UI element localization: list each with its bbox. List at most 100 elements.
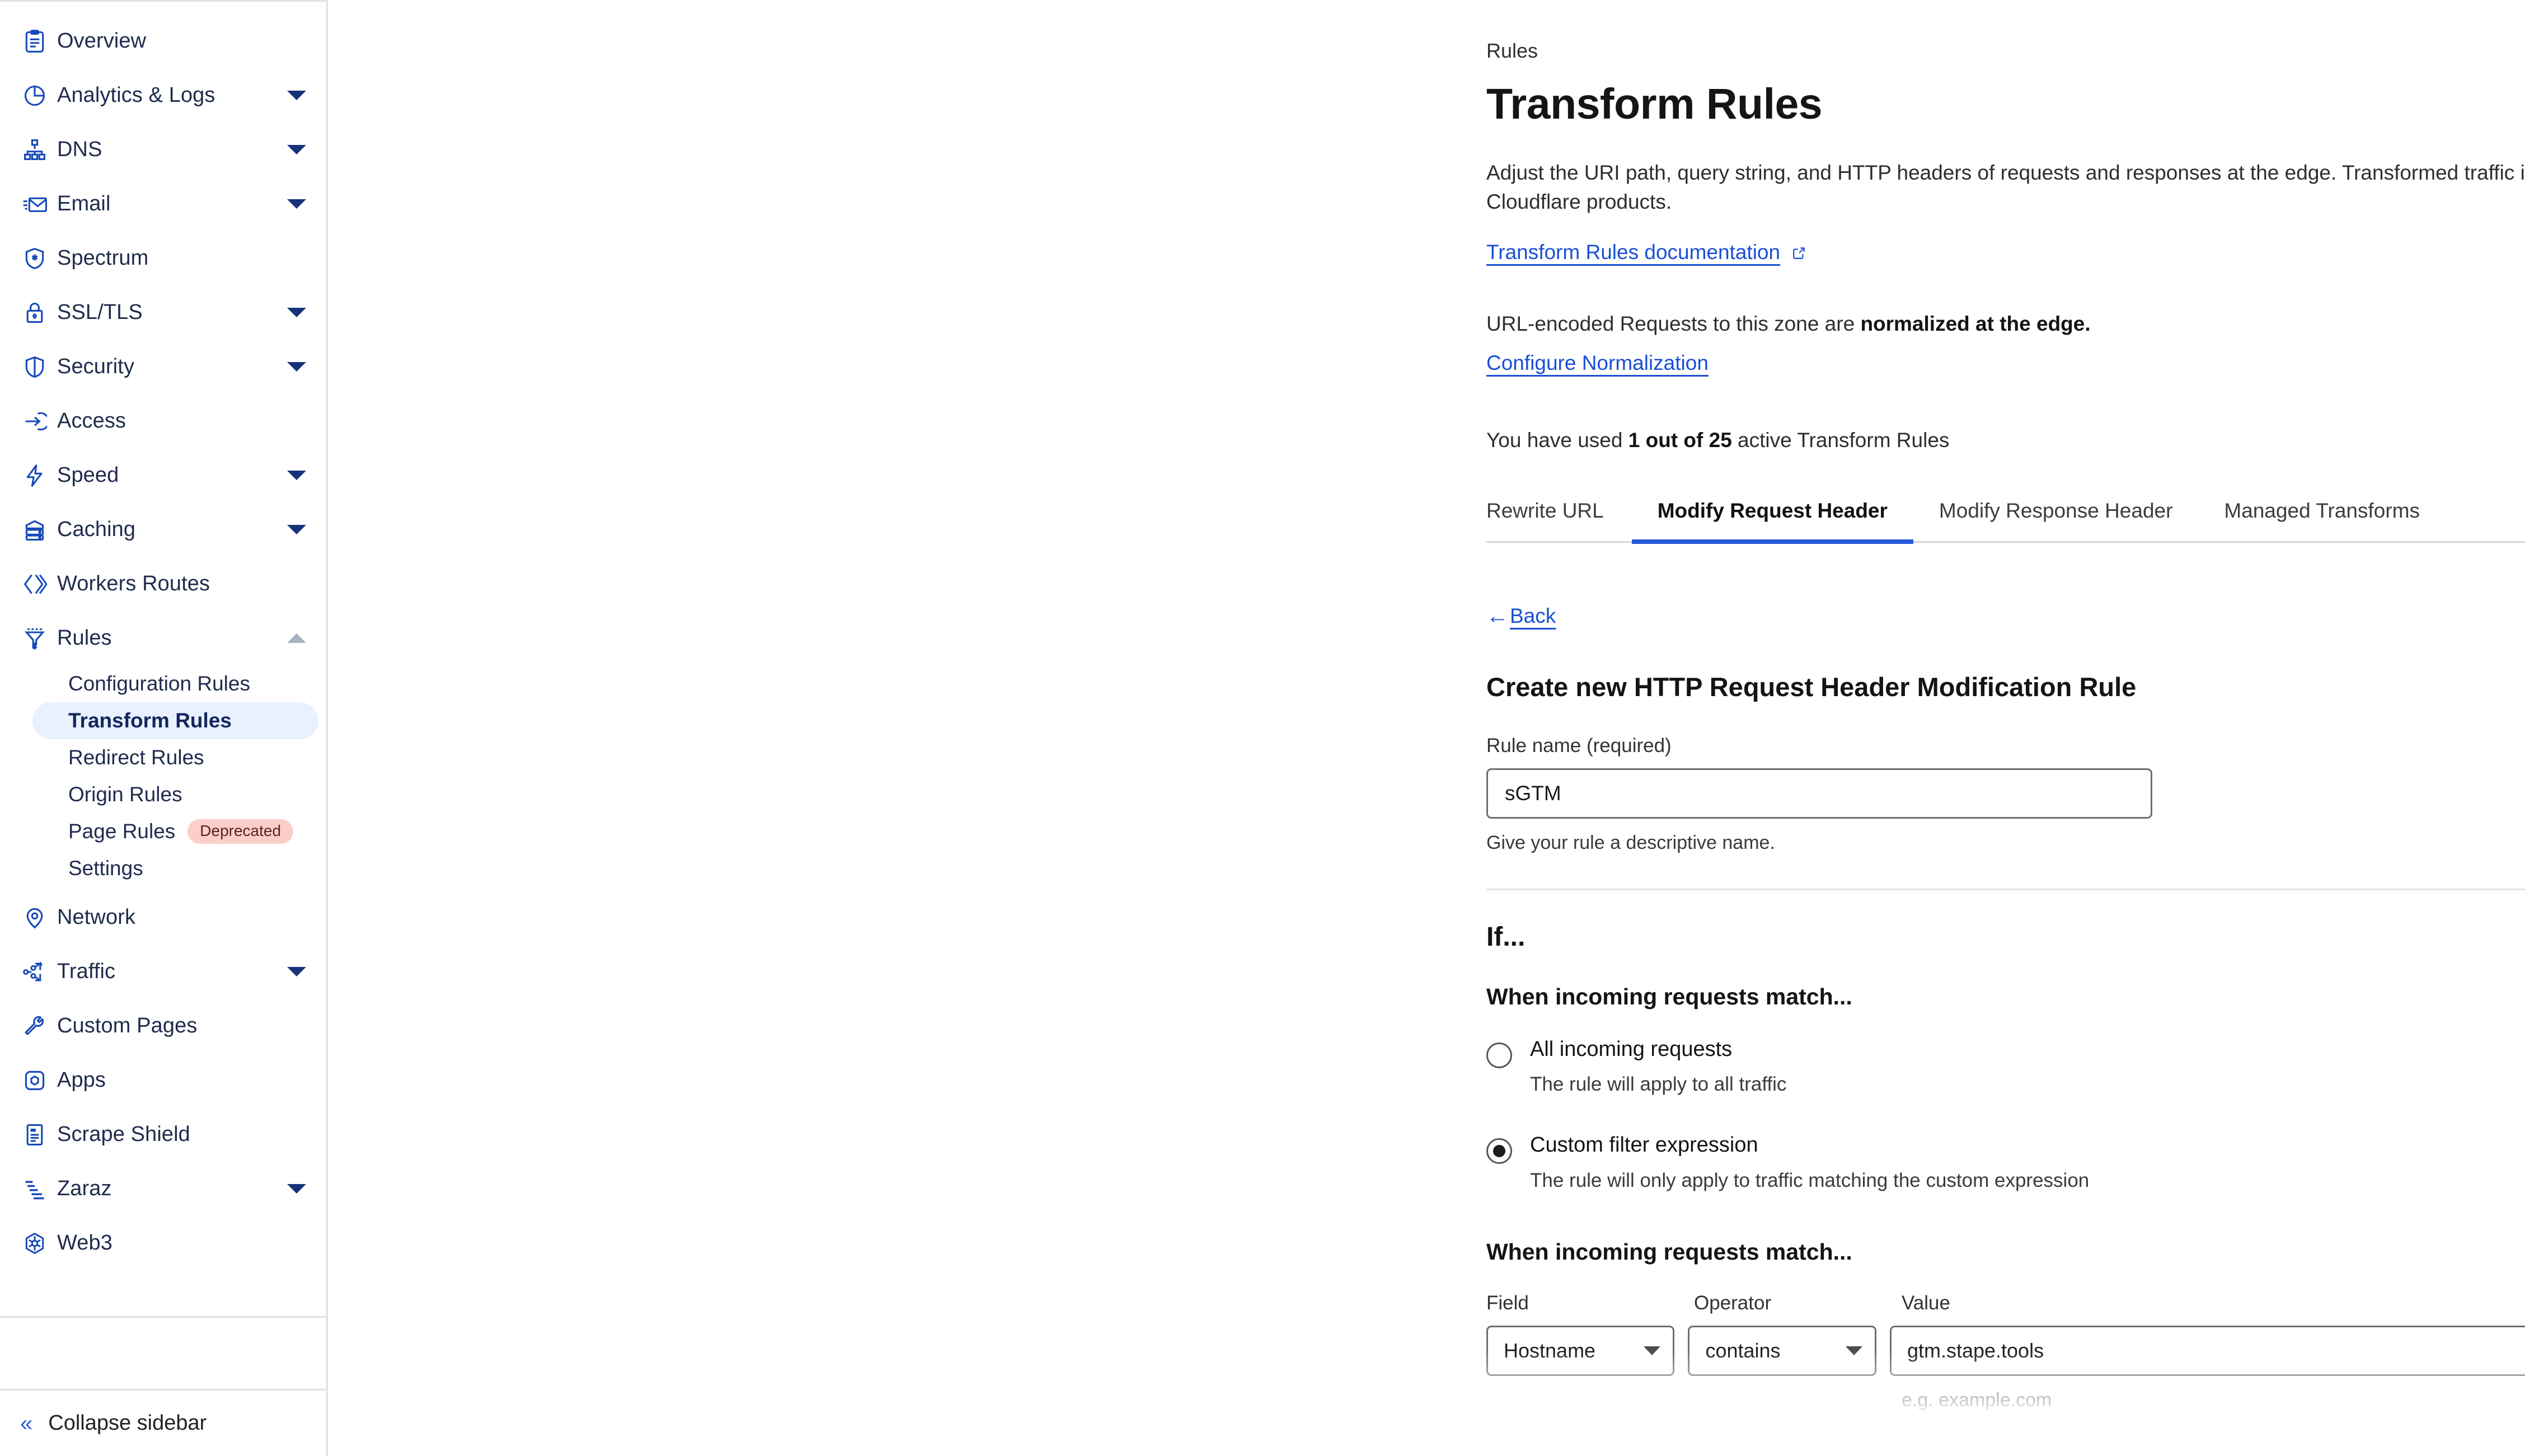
tab-modify-request-header[interactable]: Modify Request Header — [1631, 499, 1913, 544]
sidebar-item-caching[interactable]: Caching — [0, 502, 326, 557]
sidebar-item-label: Zaraz — [57, 1177, 112, 1200]
sidebar-item-label: Custom Pages — [57, 1014, 198, 1037]
normalization-text-bold: normalized at the edge. — [1860, 312, 2091, 335]
collapse-sidebar-label: Collapse sidebar — [48, 1411, 207, 1435]
sidebar-item-traffic[interactable]: Traffic — [0, 945, 326, 999]
tab-managed-transforms[interactable]: Managed Transforms — [2198, 499, 2446, 544]
sidebar-item-analytics-and-logs[interactable]: Analytics & Logs — [0, 68, 326, 123]
database-icon — [22, 518, 57, 542]
sidebar-item-label: Overview — [57, 29, 147, 53]
sidebar-item-overview[interactable]: Overview — [0, 14, 326, 68]
usage-prefix: You have used — [1486, 428, 1628, 452]
field-select[interactable]: Hostname — [1486, 1326, 1675, 1377]
sidebar-subitem-label: Origin Rules — [68, 783, 182, 806]
operator-select-value: contains — [1705, 1339, 1781, 1363]
radio-button-selected[interactable] — [1486, 1138, 1512, 1164]
chevron-down-icon[interactable] — [287, 308, 306, 317]
sidebar-item-dns[interactable]: DNS — [0, 123, 326, 177]
tab-modify-response-header[interactable]: Modify Response Header — [1913, 499, 2199, 544]
chevron-down-icon — [1644, 1346, 1661, 1356]
chevron-down-icon[interactable] — [287, 362, 306, 372]
zaraz-bars-icon — [22, 1177, 57, 1201]
chevron-down-icon[interactable] — [287, 91, 306, 100]
sidebar-item-label: Caching — [57, 518, 136, 541]
sidebar-item-access[interactable]: Access — [0, 394, 326, 448]
chevron-down-icon[interactable] — [287, 145, 306, 154]
rule-name-helper: Give your rule a descriptive name. — [1486, 832, 1775, 853]
chevron-down-icon[interactable] — [287, 1184, 306, 1194]
map-pin-icon — [22, 905, 57, 930]
web3-cube-icon — [22, 1231, 57, 1256]
sidebar-subitem-label: Transform Rules — [68, 709, 232, 732]
collapse-sidebar-button[interactable]: « Collapse sidebar — [0, 1389, 326, 1456]
sidebar-item-spectrum[interactable]: Spectrum — [0, 231, 326, 285]
sidebar-item-scrape-shield[interactable]: Scrape Shield — [0, 1107, 326, 1162]
sidebar-item-redirect-rules[interactable]: Redirect Rules — [32, 739, 318, 776]
chevron-down-icon[interactable] — [287, 471, 306, 480]
chevron-down-icon[interactable] — [287, 525, 306, 534]
sidebar-item-label: Workers Routes — [57, 572, 210, 595]
radio-description: The rule will only apply to traffic matc… — [1530, 1170, 2090, 1192]
sidebar-rules-submenu: Configuration Rules Transform Rules Redi… — [0, 665, 326, 890]
external-link-icon — [1792, 246, 1806, 263]
sidebar-item-page-rules[interactable]: Page Rules Deprecated — [32, 813, 318, 850]
field-column-label: Field — [1486, 1292, 1529, 1314]
match-heading: When incoming requests match... — [1486, 983, 1852, 1009]
usage-suffix: active Transform Rules — [1731, 428, 1950, 452]
radio-label: Custom filter expression — [1530, 1133, 1758, 1157]
sidebar-item-settings[interactable]: Settings — [32, 850, 318, 887]
usage-counter: You have used 1 out of 25 active Transfo… — [1486, 429, 2525, 452]
sidebar-item-label: Speed — [57, 463, 119, 487]
value-column-label: Value — [1902, 1292, 1950, 1314]
tab-rewrite-url[interactable]: Rewrite URL — [1486, 499, 1630, 544]
rule-name-label: Rule name (required) — [1486, 734, 1672, 757]
rule-name-input[interactable]: sGTM — [1486, 768, 2152, 819]
envelope-icon — [22, 192, 57, 217]
sidebar-item-web3[interactable]: Web3 — [0, 1216, 326, 1270]
chevron-up-icon[interactable] — [287, 633, 306, 643]
sidebar-item-security[interactable]: Security — [0, 340, 326, 394]
sidebar-item-label: Security — [57, 355, 135, 378]
if-heading: If... — [1486, 922, 1526, 952]
transform-rules-documentation-link[interactable]: Transform Rules documentation — [1486, 241, 1780, 264]
filter-heading: When incoming requests match... — [1486, 1239, 1852, 1265]
sidebar-item-speed[interactable]: Speed — [0, 448, 326, 502]
operator-select[interactable]: contains — [1688, 1326, 1876, 1377]
radio-option-text: All incoming requests The rule will appl… — [1530, 1037, 1786, 1096]
radio-option-all-incoming-requests[interactable]: All incoming requests The rule will appl… — [1486, 1037, 2525, 1096]
radio-option-custom-filter-expression[interactable]: Custom filter expression The rule will o… — [1486, 1134, 2525, 1192]
sidebar-item-zaraz[interactable]: Zaraz — [0, 1162, 326, 1216]
shield-star-icon — [22, 246, 57, 271]
shield-icon — [22, 355, 57, 379]
sidebar-item-apps[interactable]: Apps — [0, 1053, 326, 1107]
sidebar-item-transform-rules[interactable]: Transform Rules — [32, 702, 318, 739]
sidebar-item-origin-rules[interactable]: Origin Rules — [32, 776, 318, 813]
sidebar-item-configuration-rules[interactable]: Configuration Rules — [32, 665, 318, 702]
sidebar-item-workers-routes[interactable]: Workers Routes — [0, 557, 326, 611]
sidebar-item-label: SSL/TLS — [57, 300, 143, 324]
document-lines-icon — [22, 1122, 57, 1147]
sidebar-item-ssl-tls[interactable]: SSL/TLS — [0, 285, 326, 340]
documentation-link-row: Transform Rules documentation — [1486, 241, 2525, 264]
form-heading: Create new HTTP Request Header Modificat… — [1486, 671, 2137, 702]
arrow-left-icon: ← — [1486, 603, 1509, 628]
back-button[interactable]: ← Back — [1486, 604, 1556, 628]
normalization-text-prefix: URL-encoded Requests to this zone are — [1486, 312, 1861, 335]
sidebar-item-custom-pages[interactable]: Custom Pages — [0, 999, 326, 1053]
wrench-icon — [22, 1014, 57, 1039]
operator-column-label: Operator — [1694, 1292, 1772, 1314]
filter-row: Hostname contains gtm.stape.tools And Or — [1486, 1326, 2525, 1377]
radio-button-unselected[interactable] — [1486, 1042, 1512, 1068]
chevron-down-icon[interactable] — [287, 967, 306, 976]
value-input[interactable]: gtm.stape.tools — [1889, 1326, 2525, 1377]
sidebar-item-label: Access — [57, 409, 126, 433]
sidebar-item-label: Network — [57, 905, 136, 929]
main-content: Rules Transform Rules Adjust the URI pat… — [328, 0, 2525, 1456]
access-arrow-icon — [22, 409, 57, 434]
sidebar-item-rules[interactable]: Rules — [0, 611, 326, 665]
breadcrumb: Rules — [1486, 39, 1538, 62]
configure-normalization-link[interactable]: Configure Normalization — [1486, 351, 1709, 374]
sidebar-item-email[interactable]: Email — [0, 177, 326, 231]
chevron-down-icon[interactable] — [287, 199, 306, 209]
sidebar-item-network[interactable]: Network — [0, 890, 326, 945]
